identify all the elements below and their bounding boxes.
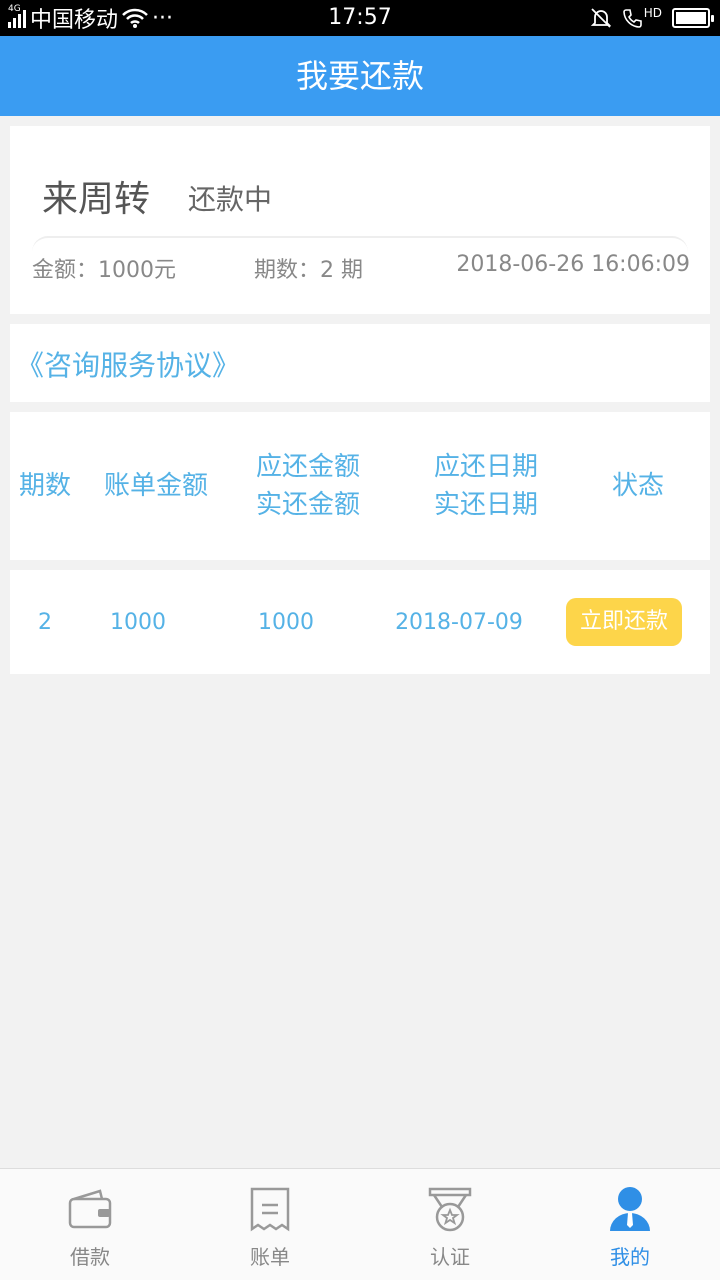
pay-now-button[interactable]: 立即还款 (566, 598, 682, 646)
bell-mute-icon (590, 8, 611, 28)
page-header: 我要还款 (0, 36, 720, 116)
table-header: 期数 账单金额 应还金额 实还金额 应还日期 实还日期 状态 (10, 412, 710, 560)
status-bar: 4G 中国移动 ··· 17:57 HD (0, 0, 720, 36)
agreement-card: 《咨询服务协议》 (10, 324, 710, 402)
tab-certify-label: 认证 (430, 1245, 470, 1269)
due-amount-header-label: 应还金额 (255, 452, 360, 482)
tab-mine-label: 我的 (610, 1245, 650, 1269)
loan-name: 来周转 (42, 179, 151, 220)
col-amount-header: 应还金额 实还金额 (242, 412, 374, 560)
page-title: 我要还款 (295, 57, 424, 95)
loan-periods: 期数：2 期 (254, 258, 363, 283)
tab-certify[interactable]: 认证 (360, 1169, 540, 1280)
medal-icon (428, 1187, 472, 1232)
battery-icon (672, 8, 714, 28)
hd-tag: HD (643, 6, 662, 20)
bill-icon (250, 1187, 290, 1232)
status-header-label: 状态 (611, 471, 664, 501)
row-due-date: 2018-07-09 (395, 609, 523, 635)
row-due-amount: 1000 (258, 609, 314, 635)
user-icon (610, 1187, 650, 1231)
wallet-icon (68, 1189, 112, 1229)
row-bill-amount: 1000 (110, 609, 166, 635)
tab-loan[interactable]: 借款 (0, 1169, 180, 1280)
loan-amount: 金额：1000元 (32, 258, 176, 283)
due-date-header-label: 应还日期 (433, 452, 538, 482)
loan-card: 来周转 还款中 金额：1000元 期数：2 期 2018-06-26 16:06… (10, 126, 710, 314)
tab-loan-label: 借款 (70, 1245, 110, 1269)
row-status: 立即还款 (566, 570, 682, 674)
row-period: 2 (38, 609, 52, 635)
table-row: 2 1000 1000 2018-07-09 立即还款 (10, 570, 710, 674)
tab-mine[interactable]: 我的 (540, 1169, 720, 1280)
call-icon (622, 9, 642, 28)
period-header-label: 期数 (18, 471, 71, 501)
loan-time: 2018-06-26 16:06:09 (456, 252, 690, 277)
loan-status: 还款中 (188, 183, 273, 216)
agreement-link[interactable]: 《咨询服务协议》 (16, 344, 240, 384)
divider (32, 236, 688, 252)
col-date-header: 应还日期 实还日期 (420, 412, 552, 560)
tab-bill[interactable]: 账单 (180, 1169, 360, 1280)
paid-date-header-label: 实还日期 (433, 490, 538, 520)
status-right: HD (590, 0, 714, 36)
col-bill-amount-header: 账单金额 (90, 412, 222, 560)
tab-bill-label: 账单 (250, 1245, 290, 1269)
bottom-tab-bar: 借款 账单 认证 我的 (0, 1168, 720, 1280)
bill-amount-header-label: 账单金额 (103, 471, 208, 501)
col-status-header: 状态 (580, 412, 696, 560)
col-period-header: 期数 (10, 412, 80, 560)
paid-amount-header-label: 实还金额 (255, 490, 360, 520)
